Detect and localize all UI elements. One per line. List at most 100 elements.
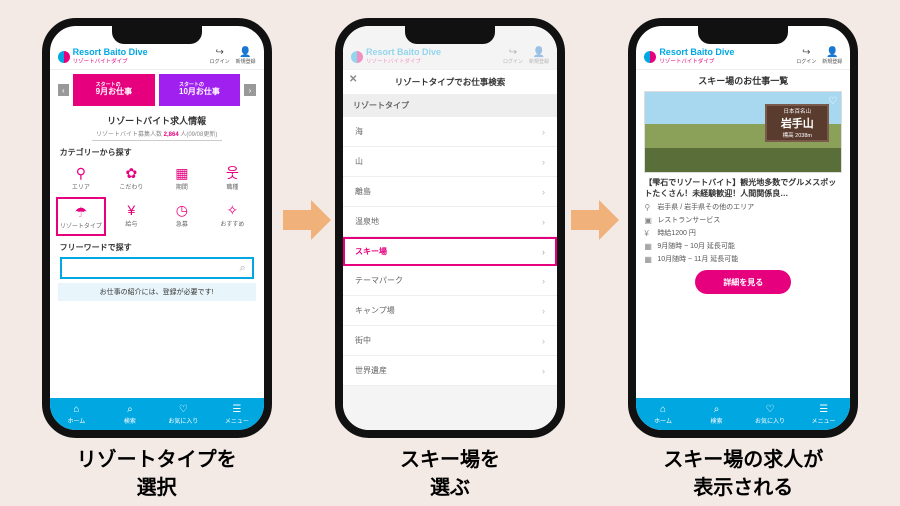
home-icon: ⌂ — [73, 404, 79, 415]
favorite-icon[interactable]: ♡ — [828, 96, 837, 107]
calendar-icon: ▦ — [644, 255, 653, 264]
promo-banners: ‹ スタートの9月お仕事 スタートの10月お仕事 › — [50, 70, 264, 110]
filter-mountain[interactable]: 山› — [343, 147, 557, 177]
step-3: Resort Baito Diveリゾートバイトダイブ ↪ログイン 👤新規登録 ス… — [613, 18, 873, 502]
carousel-prev-button[interactable]: ‹ — [58, 84, 69, 96]
recruit-count: リゾートバイト募集人数 2,864 人(09/08更新) — [92, 129, 222, 141]
filter-ski[interactable]: スキー場› — [343, 237, 557, 266]
notch — [698, 26, 788, 44]
briefcase-icon: ▣ — [644, 216, 653, 225]
job-period-1: ▦9月随時 ~ 10月 延長可能 — [644, 241, 842, 251]
phone-1: Resort Baito Dive リゾートバイトダイブ ↪ログイン 👤新規登録… — [42, 18, 272, 438]
step-1: Resort Baito Dive リゾートバイトダイブ ↪ログイン 👤新規登録… — [27, 18, 287, 502]
caption-2: スキー場を選ぶ — [400, 446, 500, 502]
arrow-1-icon — [282, 200, 332, 240]
tab-favorite[interactable]: ♡お気に入り — [157, 398, 211, 430]
login-button[interactable]: ↪ログイン — [210, 48, 230, 65]
brand[interactable]: Resort Baito Diveリゾートバイトダイブ — [644, 48, 734, 65]
filter-sea[interactable]: 海› — [343, 117, 557, 147]
filter-modal: ✕ リゾートタイプでお仕事検索 リゾートタイプ 海› 山› 離島› 温泉地› ス… — [343, 70, 557, 386]
chevron-right-icon: › — [542, 157, 545, 167]
chevron-right-icon: › — [542, 276, 545, 286]
mountain-sign: 日本百名山 岩手山 標高 2038m — [765, 104, 829, 142]
job-card[interactable]: 日本百名山 岩手山 標高 2038m ♡ 【雫石でリゾートバイト】観光地多数でグ… — [644, 91, 842, 294]
cat-period[interactable]: ▦期間 — [157, 160, 208, 195]
tab-favorite[interactable]: ♡お気に入り — [743, 398, 797, 430]
pin-icon: ⚲ — [644, 203, 653, 212]
chevron-right-icon: › — [542, 187, 545, 197]
header-actions: ↪ログイン 👤新規登録 — [210, 48, 256, 65]
category-grid: ⚲エリア ✿こだわり ▦期間 웃職種 ☂リゾートタイプ ¥給与 ◷急募 ✧おすす… — [50, 160, 264, 236]
brand-logo-icon — [58, 51, 70, 63]
filter-themepark[interactable]: テーマパーク› — [343, 266, 557, 296]
tabbar: ⌂ホーム ⌕検索 ♡お気に入り ☰メニュー — [636, 398, 850, 430]
yen-icon: ¥ — [644, 229, 653, 238]
job-location: ⚲岩手県 / 岩手県その他のエリア — [644, 202, 842, 212]
signup-button[interactable]: 👤新規登録 — [822, 48, 842, 65]
section-title: リゾートバイト求人情報 — [50, 114, 264, 127]
job-wage: ¥時給1200 円 — [644, 228, 842, 238]
tab-home[interactable]: ⌂ホーム — [636, 398, 690, 430]
brand[interactable]: Resort Baito Dive リゾートバイトダイブ — [58, 48, 148, 65]
modal-title: ✕ リゾートタイプでお仕事検索 — [343, 70, 557, 94]
detail-button[interactable]: 詳細を見る — [695, 270, 791, 294]
carousel-next-button[interactable]: › — [244, 84, 255, 96]
banner-october[interactable]: スタートの10月お仕事 — [159, 74, 241, 106]
menu-icon: ☰ — [232, 404, 241, 415]
cat-recommend[interactable]: ✧おすすめ — [207, 197, 258, 236]
tab-search[interactable]: ⌕検索 — [103, 398, 157, 430]
step-2: Resort Baito Diveリゾートバイトダイブ ↪ログイン👤新規登録 ✕… — [320, 18, 580, 502]
search-input[interactable]: ⌕ — [60, 257, 254, 279]
caption-3: スキー場の求人が表示される — [663, 446, 823, 502]
cat-kodawari[interactable]: ✿こだわり — [106, 160, 157, 195]
filter-heritage[interactable]: 世界遺産› — [343, 356, 557, 386]
filter-camp[interactable]: キャンプ場› — [343, 296, 557, 326]
job-role: ▣レストランサービス — [644, 215, 842, 225]
chevron-right-icon: › — [542, 247, 545, 257]
group-label: リゾートタイプ — [343, 94, 557, 117]
page-title: スキー場のお仕事一覧 — [636, 74, 850, 87]
login-button[interactable]: ↪ログイン — [796, 48, 816, 65]
yen-icon: ¥ — [128, 201, 136, 219]
filter-city[interactable]: 街中› — [343, 326, 557, 356]
chevron-right-icon: › — [542, 127, 545, 137]
register-notice: お仕事の紹介には、登録が必要です! — [58, 283, 256, 301]
tab-menu[interactable]: ☰メニュー — [210, 398, 264, 430]
cat-resort-type[interactable]: ☂リゾートタイプ — [56, 197, 107, 236]
search-icon: ⌕ — [127, 404, 133, 415]
category-heading: カテゴリーから探す — [50, 141, 264, 160]
brand-name: Resort Baito Dive — [73, 48, 148, 57]
chevron-right-icon: › — [542, 217, 545, 227]
phone-2: Resort Baito Diveリゾートバイトダイブ ↪ログイン👤新規登録 ✕… — [335, 18, 565, 438]
screen-1: Resort Baito Dive リゾートバイトダイブ ↪ログイン 👤新規登録… — [50, 26, 264, 430]
star-icon: ✧ — [227, 201, 239, 219]
brand-logo-icon — [644, 51, 656, 63]
chevron-right-icon: › — [542, 366, 545, 376]
calendar-icon: ▦ — [175, 164, 188, 182]
person-icon: 웃 — [226, 164, 239, 182]
tab-home[interactable]: ⌂ホーム — [50, 398, 104, 430]
signup-button[interactable]: 👤新規登録 — [236, 48, 256, 65]
cat-salary[interactable]: ¥給与 — [106, 197, 157, 236]
arrow-2-icon — [570, 200, 620, 240]
cat-urgent[interactable]: ◷急募 — [157, 197, 208, 236]
caption-1: リゾートタイプを選択 — [77, 446, 237, 502]
chat-icon: ✿ — [126, 164, 138, 182]
job-image: 日本百名山 岩手山 標高 2038m ♡ — [644, 91, 842, 173]
job-period-2: ▦10月随時 ~ 11月 延長可能 — [644, 254, 842, 264]
cat-jobtype[interactable]: 웃職種 — [207, 160, 258, 195]
cat-area[interactable]: ⚲エリア — [56, 160, 107, 195]
chevron-right-icon: › — [542, 306, 545, 316]
banner-september[interactable]: スタートの9月お仕事 — [73, 74, 155, 106]
filter-onsen[interactable]: 温泉地› — [343, 207, 557, 237]
notch — [405, 26, 495, 44]
calendar-icon: ▦ — [644, 242, 653, 251]
search-icon: ⌕ — [239, 262, 245, 275]
tab-search[interactable]: ⌕検索 — [690, 398, 744, 430]
notch — [112, 26, 202, 44]
tab-menu[interactable]: ☰メニュー — [797, 398, 851, 430]
close-icon[interactable]: ✕ — [349, 74, 357, 85]
phone-3: Resort Baito Diveリゾートバイトダイブ ↪ログイン 👤新規登録 ス… — [628, 18, 858, 438]
pin-icon: ⚲ — [76, 164, 86, 182]
filter-island[interactable]: 離島› — [343, 177, 557, 207]
